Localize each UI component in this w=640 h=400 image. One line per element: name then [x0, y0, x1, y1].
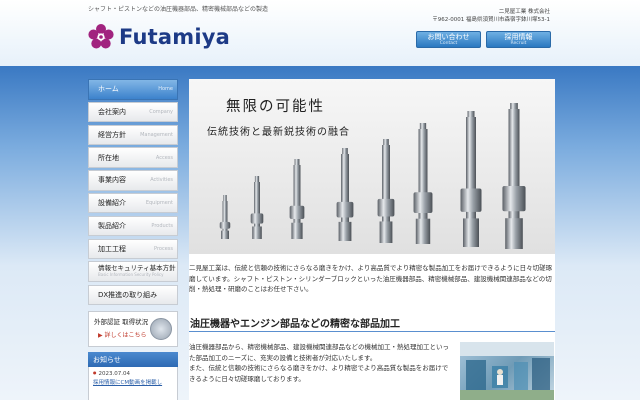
logo-text: Futamiya: [119, 25, 230, 49]
nav-label: 事業内容: [98, 176, 126, 185]
news-list: 2023.07.04 採用情報にCM動画を掲載し: [88, 367, 178, 400]
nav-label: 製品紹介: [98, 222, 126, 231]
sidebar-item-equipment[interactable]: 設備紹介 Equipment: [88, 192, 178, 214]
shaft-part: [460, 111, 482, 247]
factory-photo: [460, 342, 554, 400]
nav-sublabel: Products: [151, 223, 173, 230]
site-tagline: シャフト・ピストンなどの油圧機器部品、精密機械部品などの製造: [88, 6, 269, 13]
sidebar-item-dx[interactable]: DX推進の取り組み: [88, 284, 178, 306]
sidebar-nav: ホーム Home 会社案内 Company 経営方針 Management 所在地 Ac…: [88, 79, 178, 400]
sidebar-item-company[interactable]: 会社案内 Company: [88, 101, 178, 123]
company-info: 二見屋工業 株式会社 〒962-0001 福島県須賀川市森宿字鉢川塚53-1: [432, 9, 550, 24]
recruit-button-label: 採用情報: [504, 33, 533, 41]
nav-sublabel: Management: [140, 131, 173, 138]
nav-label: 所在地: [98, 153, 119, 162]
recruit-button-sublabel: Recruit: [510, 41, 527, 46]
news-date: 2023.07.04: [93, 370, 173, 377]
news-link[interactable]: 採用情報にCM動画を掲載し: [93, 378, 173, 386]
shaft-part: [336, 148, 354, 241]
hero-banner: 無限の可能性 伝統技術と最新鋭技術の融合: [189, 79, 555, 254]
section-body: 油圧機器部品から、精密機械部品、建設機械関連部品などの機械加工・熱処理加工といっ…: [189, 342, 452, 384]
nav-sublabel: Process: [154, 245, 173, 252]
site-header: シャフト・ピストンなどの油圧機器部品、精密機械部品などの製造 Futamiya …: [0, 0, 640, 66]
company-address: 〒962-0001 福島県須賀川市森宿字鉢川塚53-1: [432, 16, 550, 23]
contact-button-label: お問い合わせ: [427, 33, 470, 41]
site-logo[interactable]: Futamiya: [87, 23, 230, 51]
sidebar-item-access[interactable]: 所在地 Access: [88, 147, 178, 168]
nav-label: 加工工程: [98, 244, 126, 253]
recruit-button[interactable]: 採用情報 Recruit: [486, 31, 551, 48]
sidebar-item-security-policy[interactable]: 情報セキュリティ基本方針 Basic Information Security P…: [88, 261, 178, 283]
sidebar-item-process[interactable]: 加工工程 Process: [88, 238, 178, 260]
section-paragraph: 油圧機器部品から、精密機械部品、建設機械関連部品などの機械加工・熱処理加工といっ…: [189, 343, 449, 362]
certification-seal-icon: [150, 318, 172, 341]
hero-subtitle: 伝統技術と最新鋭技術の融合: [207, 127, 350, 138]
shaft-part: [289, 159, 305, 239]
flower-logo-icon: [88, 24, 114, 49]
contact-button[interactable]: お問い合わせ Contact: [416, 31, 481, 48]
hero-title: 無限の可能性: [226, 99, 325, 115]
nav-sublabel: Activities: [150, 177, 173, 184]
company-name: 二見屋工業 株式会社: [498, 9, 550, 15]
nav-sublabel: Company: [149, 109, 173, 116]
contact-button-sublabel: Contact: [439, 41, 458, 46]
nav-sublabel: Home: [158, 86, 173, 93]
section-heading: 油圧機器やエンジン部品などの精密な部品加工: [189, 315, 555, 332]
news-heading: お知らせ: [88, 352, 178, 368]
nav-sublabel: Equipment: [145, 200, 173, 207]
sidebar-item-management[interactable]: 経営方針 Management: [88, 124, 178, 146]
sidebar-item-home[interactable]: ホーム Home: [88, 79, 178, 100]
nav-label: 経営方針: [98, 130, 126, 139]
shaft-part: [502, 103, 526, 249]
shaft-part: [377, 139, 395, 243]
nav-sublabel: Access: [155, 154, 173, 161]
certification-box[interactable]: 外部認証 取得状況 ▶ 詳しくはこちら: [88, 311, 178, 348]
sidebar-item-products[interactable]: 製品紹介 Products: [88, 215, 178, 237]
shaft-part: [250, 176, 264, 239]
nav-label: DX推進の取り組み: [98, 290, 158, 299]
nav-sublabel: Basic Information Security Policy: [98, 272, 164, 278]
nav-label: 会社案内: [98, 108, 126, 117]
nav-label: 情報セキュリティ基本方針: [98, 264, 176, 273]
sidebar-item-activities[interactable]: 事業内容 Activities: [88, 170, 178, 191]
shaft-part: [219, 195, 231, 239]
nav-label: 設備紹介: [98, 199, 126, 208]
section-paragraph: また、伝統と信頼の技術にさらなる磨きをかけ、より精密でより高品質な製品をお届けで…: [189, 364, 449, 383]
intro-text: 二見屋工業は、伝統と信頼の技術にさらなる磨きをかけ、より高品質でより精密な製品加…: [189, 264, 553, 293]
main-content: 無限の可能性 伝統技術と最新鋭技術の融合 二見屋工業は、伝統と信頼の技術にさらな…: [189, 79, 555, 400]
shaft-part: [413, 123, 433, 244]
nav-label: ホーム: [98, 85, 119, 94]
